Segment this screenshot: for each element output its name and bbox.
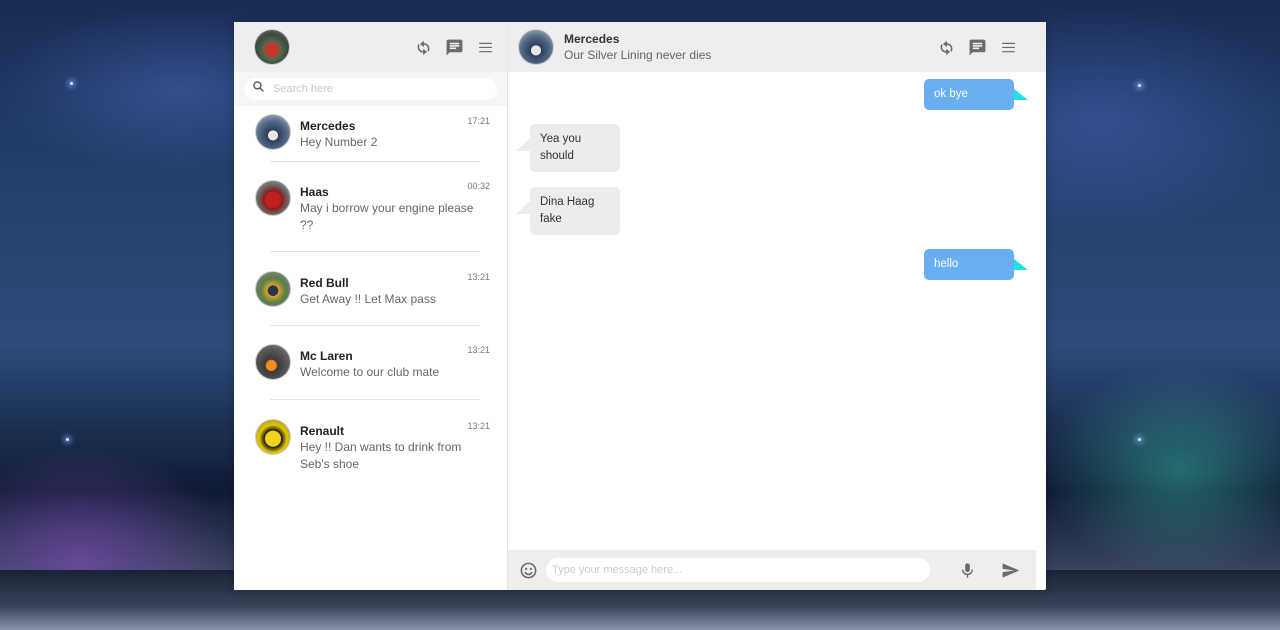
avatar xyxy=(255,271,291,307)
conversation-header-icons xyxy=(937,38,1018,57)
emoji-icon[interactable] xyxy=(519,561,538,580)
search-bar xyxy=(234,72,507,106)
chat-last-message: Hey Number 2 xyxy=(300,135,378,149)
chat-name: Haas xyxy=(300,185,329,199)
message-composer xyxy=(508,550,1036,590)
chat-name: Red Bull xyxy=(300,276,349,290)
avatar xyxy=(255,180,291,216)
star xyxy=(66,438,69,441)
conversation-panel: Mercedes Our Silver Lining never dies ok… xyxy=(508,22,1046,590)
sidebar-header xyxy=(234,22,507,72)
chat-time: 00:32 xyxy=(467,181,490,191)
chat-last-message: Welcome to our club mate xyxy=(300,365,440,379)
sidebar: Mercedes Hey Number 2 17:21 Haas May i b… xyxy=(234,22,508,590)
send-icon[interactable] xyxy=(1001,561,1020,580)
microphone-icon[interactable] xyxy=(958,561,977,580)
refresh-icon[interactable] xyxy=(937,38,956,57)
refresh-icon[interactable] xyxy=(414,38,433,57)
chat-time: 13:21 xyxy=(467,272,490,282)
chat-name: Mc Laren xyxy=(300,349,353,363)
chat-name: Mercedes xyxy=(300,119,356,133)
chat-list-item-haas[interactable]: Haas May i borrow your engine please ?? … xyxy=(234,162,507,251)
chat-icon[interactable] xyxy=(968,38,987,57)
menu-icon[interactable] xyxy=(476,38,495,57)
chat-list: Mercedes Hey Number 2 17:21 Haas May i b… xyxy=(234,106,507,480)
star xyxy=(1138,438,1141,441)
contact-name: Mercedes xyxy=(564,31,620,46)
chat-app-window: Mercedes Hey Number 2 17:21 Haas May i b… xyxy=(234,22,1046,590)
chat-time: 13:21 xyxy=(467,345,490,355)
contact-avatar[interactable] xyxy=(518,29,554,65)
sidebar-header-icons xyxy=(414,38,495,57)
message-sent: hello xyxy=(924,249,1028,280)
star xyxy=(70,82,73,85)
message-received: Yea you should xyxy=(516,124,620,172)
chat-last-message: May i borrow your engine please ?? xyxy=(300,201,474,232)
avatar xyxy=(255,344,291,380)
conversation-header: Mercedes Our Silver Lining never dies xyxy=(508,22,1046,72)
contact-status: Our Silver Lining never dies xyxy=(564,47,712,62)
avatar xyxy=(255,114,291,150)
star xyxy=(1138,84,1141,87)
user-avatar[interactable] xyxy=(254,29,290,65)
menu-icon[interactable] xyxy=(999,38,1018,57)
chat-last-message: Get Away !! Let Max pass xyxy=(300,292,436,306)
message-received: Dina Haag fake xyxy=(516,187,620,235)
chat-time: 13:21 xyxy=(467,421,490,431)
chat-list-item-renault[interactable]: Renault Hey !! Dan wants to drink from S… xyxy=(234,400,507,480)
message-input[interactable] xyxy=(546,558,930,582)
chat-list-item-red-bull[interactable]: Red Bull Get Away !! Let Max pass 13:21 xyxy=(234,252,507,325)
chat-list-item-mercedes[interactable]: Mercedes Hey Number 2 17:21 xyxy=(234,106,507,161)
avatar xyxy=(255,419,291,455)
chat-icon[interactable] xyxy=(445,38,464,57)
chat-name: Renault xyxy=(300,424,345,438)
chat-list-item-mc-laren[interactable]: Mc Laren Welcome to our club mate 13:21 xyxy=(234,326,507,399)
message-sent: ok bye xyxy=(924,79,1028,110)
chat-last-message: Hey !! Dan wants to drink from Seb's sho… xyxy=(300,440,462,471)
message-list: ok bye Yea you should Dina Haag fake hel… xyxy=(508,72,1046,550)
search-box[interactable] xyxy=(244,78,497,100)
search-input[interactable] xyxy=(273,83,473,95)
chat-time: 17:21 xyxy=(467,116,490,126)
search-icon xyxy=(252,80,265,98)
